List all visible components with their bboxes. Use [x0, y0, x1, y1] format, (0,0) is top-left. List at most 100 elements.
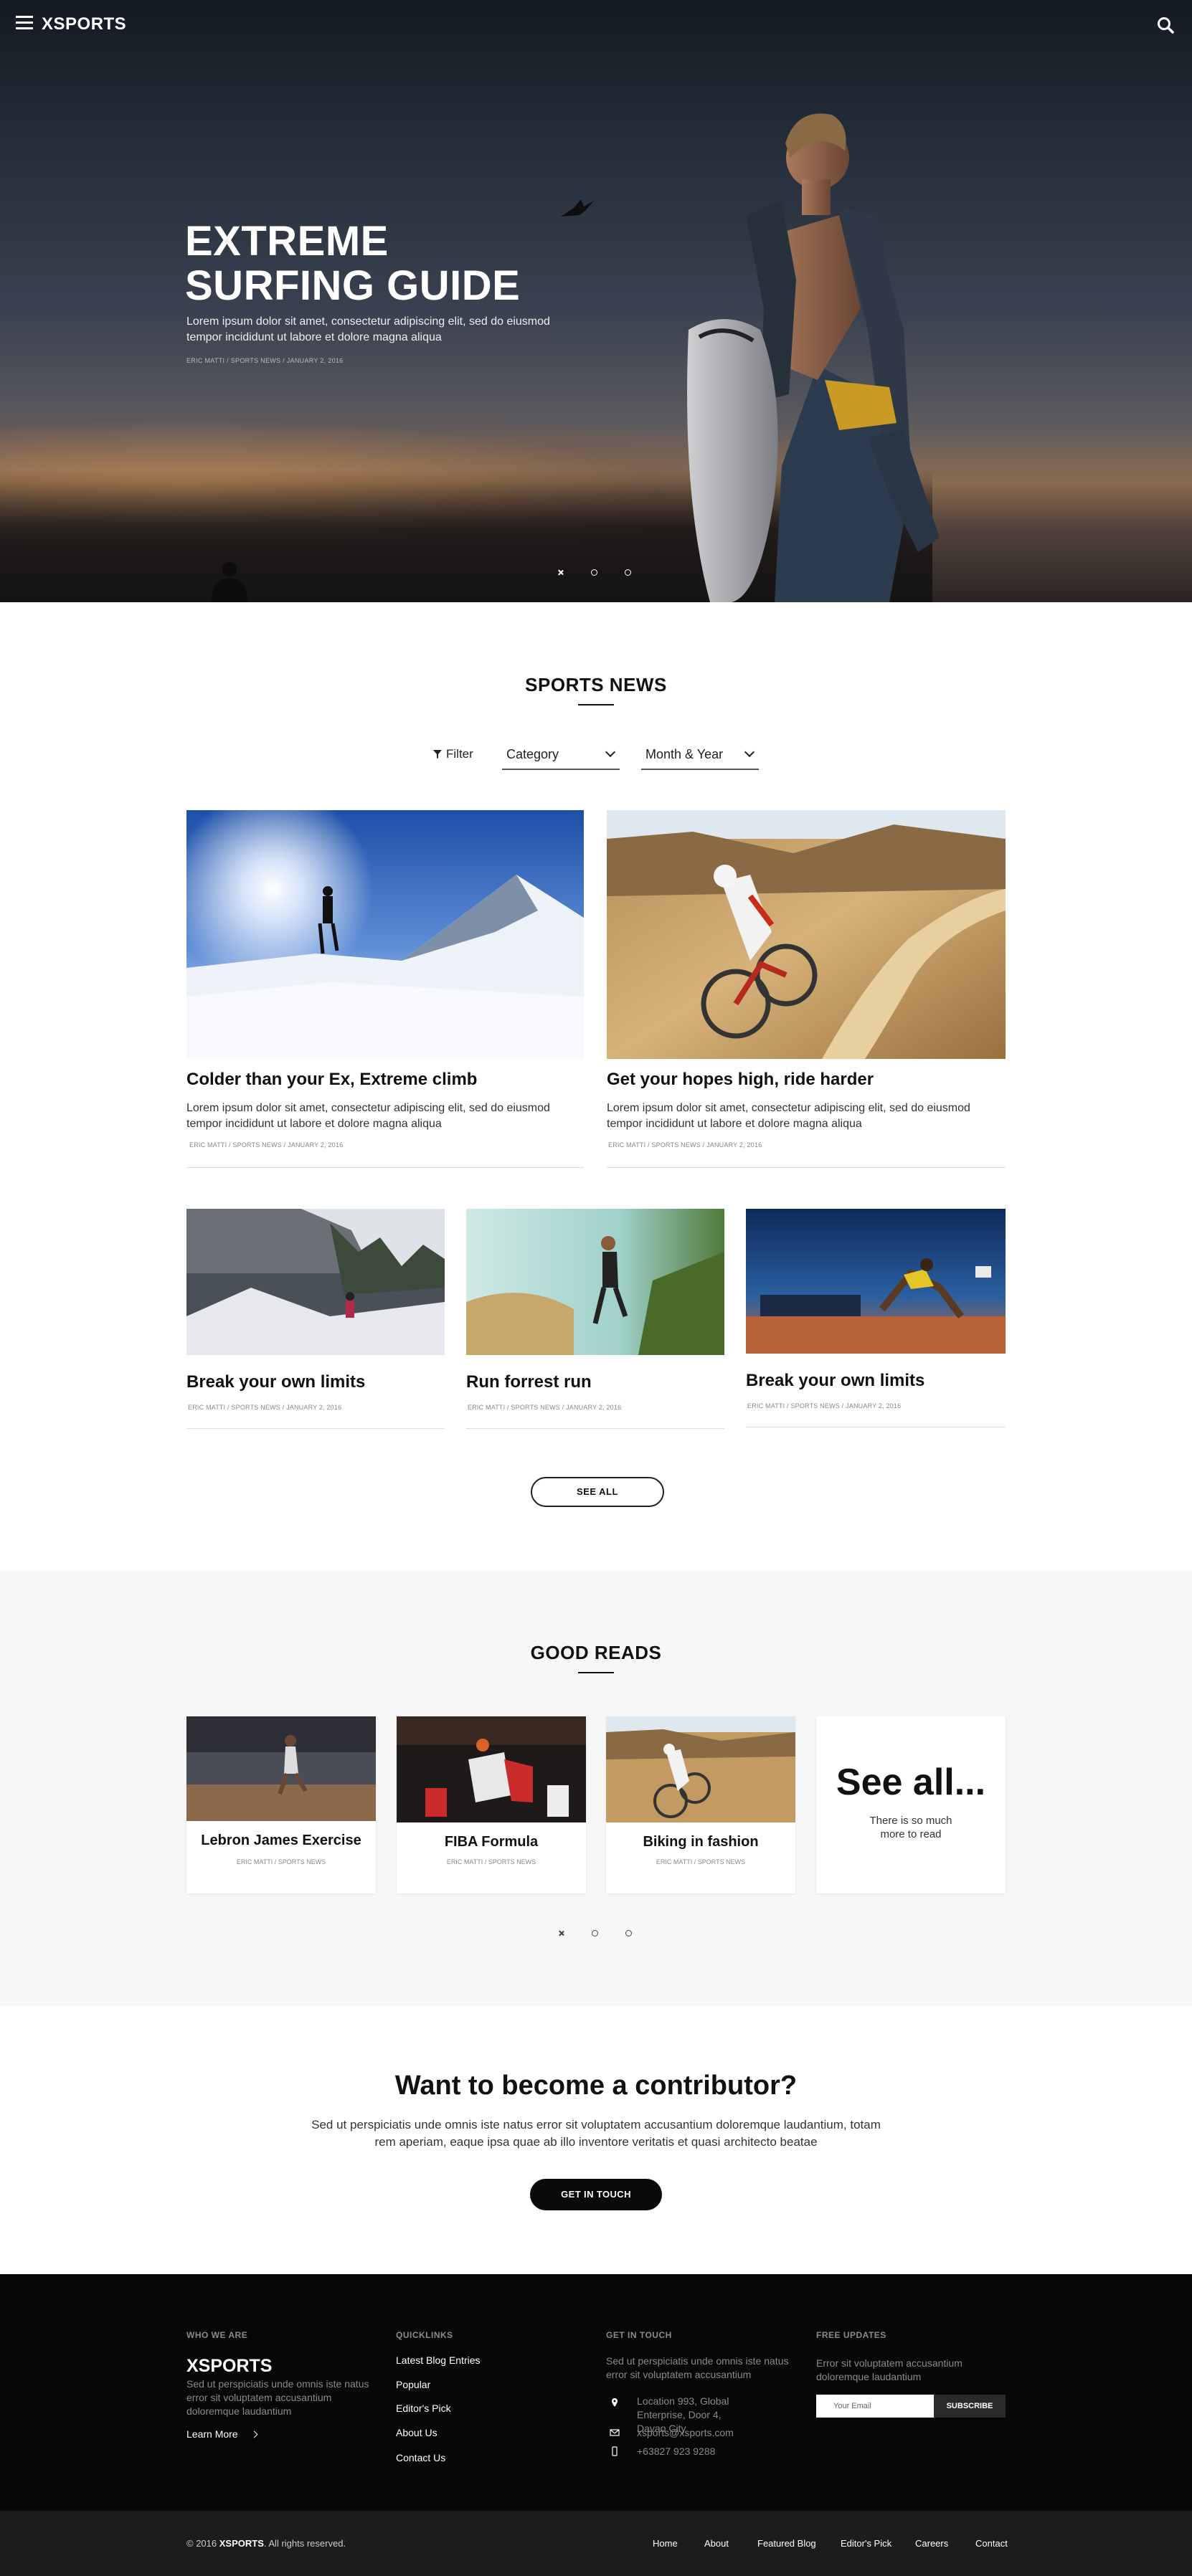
good-read-card[interactable]: Biking in fashion ERIC MATTI / SPORTS NE… [606, 1716, 795, 1893]
quicklink[interactable]: Editor's Pick [396, 2402, 451, 2414]
divider [186, 1428, 445, 1429]
copyright-brand: XSPORTS [219, 2538, 264, 2549]
filter-button[interactable]: Filter [433, 747, 473, 761]
card-title[interactable]: Run forrest run [466, 1372, 592, 1392]
good-read-title: FIBA Formula [444, 1834, 539, 1850]
email-link[interactable]: xsports@xsports.com [637, 2426, 734, 2440]
bottom-link-home[interactable]: Home [653, 2538, 678, 2549]
copyright-suffix: . All rights reserved. [263, 2538, 346, 2549]
hero-carousel-dots [557, 569, 631, 576]
contributor-title: Want to become a contributor? [394, 2071, 798, 2101]
location-pin-icon [612, 2398, 618, 2407]
copyright-prefix: © 2016 [186, 2538, 217, 2549]
email-input[interactable]: Your Email [816, 2395, 934, 2418]
sports-news-title: SPORTS NEWS [525, 674, 667, 695]
card-title[interactable]: Break your own limits [186, 1372, 365, 1392]
card-text: Lorem ipsum dolor sit amet, consectetur … [186, 1102, 550, 1130]
see-all-button[interactable]: SEE ALL [531, 1477, 664, 1507]
runner-image[interactable] [466, 1209, 724, 1355]
learn-more-link[interactable]: Learn More [186, 2428, 258, 2440]
good-reads-title: GOOD READS [530, 1642, 662, 1663]
bottom-bar [0, 2511, 1192, 2576]
hero-title: EXTREME SURFING GUIDE [185, 218, 521, 309]
bottom-link-editors-pick[interactable]: Editor's Pick [841, 2538, 891, 2549]
card-title[interactable]: Get your hopes high, ride harder [607, 1070, 874, 1090]
good-read-card[interactable]: Lebron James Exercise ERIC MATTI / SPORT… [186, 1716, 376, 1893]
quicklink[interactable]: Popular [396, 2379, 430, 2390]
mail-icon [610, 2429, 620, 2436]
snowboarder-image[interactable] [186, 1209, 445, 1355]
get-in-touch-heading: GET IN TOUCH [606, 2330, 672, 2340]
good-read-meta: ERIC MATTI / SPORTS NEWS [236, 1858, 326, 1866]
carousel-dot-active[interactable] [557, 569, 564, 576]
climber-image[interactable] [186, 810, 584, 1059]
copyright: © 2016 XSPORTS. All rights reserved. [186, 2538, 346, 2549]
biking-image [606, 1716, 795, 1822]
carousel-dot[interactable] [592, 1930, 598, 1936]
card-meta: ERIC MATTI / SPORTS NEWS / JANUARY 2, 20… [747, 1402, 902, 1410]
card-meta: ERIC MATTI / SPORTS NEWS / JANUARY 2, 20… [468, 1404, 622, 1411]
card-meta: ERIC MATTI / SPORTS NEWS / JANUARY 2, 20… [189, 1141, 344, 1149]
category-select[interactable]: Category [502, 738, 620, 770]
footer-logo[interactable]: XSPORTS [186, 2356, 272, 2377]
get-in-touch-button[interactable]: GET IN TOUCH [530, 2179, 662, 2210]
good-read-card[interactable]: FIBA Formula ERIC MATTI / SPORTS NEWS [397, 1716, 586, 1893]
see-all-card[interactable]: See all... There is so much more to read [816, 1716, 1006, 1893]
card-text: Lorem ipsum dolor sit amet, consectetur … [607, 1102, 970, 1130]
mountain-biker-image[interactable] [607, 810, 1006, 1059]
month-year-select-value: Month & Year [645, 747, 724, 761]
footer [0, 2274, 1192, 2511]
learn-more-label: Learn More [186, 2428, 238, 2440]
who-we-are-text: Sed ut perspiciatis unde omnis iste natu… [186, 2378, 369, 2417]
chevron-down-icon [744, 746, 755, 758]
card-title[interactable]: Colder than your Ex, Extreme climb [186, 1070, 477, 1090]
bottom-link-about[interactable]: About [704, 2538, 729, 2549]
carousel-dot[interactable] [625, 1930, 632, 1936]
quicklink[interactable]: Latest Blog Entries [396, 2354, 481, 2366]
carousel-dot[interactable] [625, 569, 631, 576]
good-read-title: Lebron James Exercise [201, 1833, 361, 1848]
phone-icon [612, 2446, 618, 2456]
bottom-link-featured-blog[interactable]: Featured Blog [757, 2538, 816, 2549]
good-read-meta: ERIC MATTI / SPORTS NEWS [656, 1858, 746, 1866]
phone-text: +63827 923 9288 [637, 2446, 716, 2457]
see-all-title: See all... [836, 1762, 986, 1803]
card-title[interactable]: Break your own limits [746, 1371, 924, 1391]
hero-banner: XSPORTS EXTREME SURFING GUIDE Lorem ipsu… [0, 0, 1192, 602]
category-select-value: Category [506, 747, 559, 761]
carousel-dot[interactable] [591, 569, 597, 576]
divider [186, 1167, 584, 1168]
filter-label: Filter [446, 747, 473, 761]
menu-icon[interactable] [16, 16, 33, 30]
chevron-down-icon [605, 746, 616, 758]
carousel-dot-active[interactable] [558, 1930, 564, 1936]
bottom-link-contact[interactable]: Contact [975, 2538, 1008, 2549]
filter-icon [433, 750, 442, 759]
good-reads-section [0, 1570, 1192, 2006]
who-we-are-heading: WHO WE ARE [186, 2330, 248, 2340]
page: XSPORTS EXTREME SURFING GUIDE Lorem ipsu… [0, 0, 1192, 2576]
good-read-title: Biking in fashion [643, 1834, 759, 1850]
hero-text: Lorem ipsum dolor sit amet, consectetur … [186, 315, 550, 343]
get-in-touch-text: Sed ut perspiciatis unde omnis iste natu… [606, 2355, 789, 2380]
divider [607, 1167, 1006, 1168]
basketball-game-image [397, 1716, 586, 1822]
site-logo[interactable]: XSPORTS [42, 14, 126, 34]
title-underline [578, 1672, 614, 1673]
basketball-training-image [186, 1716, 376, 1821]
quicklink[interactable]: Contact Us [396, 2452, 445, 2463]
subscribe-button[interactable]: SUBSCRIBE [934, 2395, 1006, 2418]
title-underline [578, 704, 614, 705]
quicklink[interactable]: About Us [396, 2427, 437, 2438]
sprinter-image[interactable] [746, 1209, 1006, 1354]
divider [466, 1428, 724, 1429]
chevron-right-icon [251, 2430, 258, 2438]
good-read-meta: ERIC MATTI / SPORTS NEWS [446, 1858, 536, 1866]
see-all-text: There is so much more to read [869, 1815, 952, 1840]
bottom-link-careers[interactable]: Careers [915, 2538, 948, 2549]
quicklinks-heading: QUICKLINKS [396, 2330, 453, 2340]
person-silhouette [211, 562, 248, 602]
search-icon[interactable] [1156, 16, 1175, 34]
free-updates-heading: FREE UPDATES [816, 2330, 886, 2340]
month-year-select[interactable]: Month & Year [641, 738, 759, 770]
